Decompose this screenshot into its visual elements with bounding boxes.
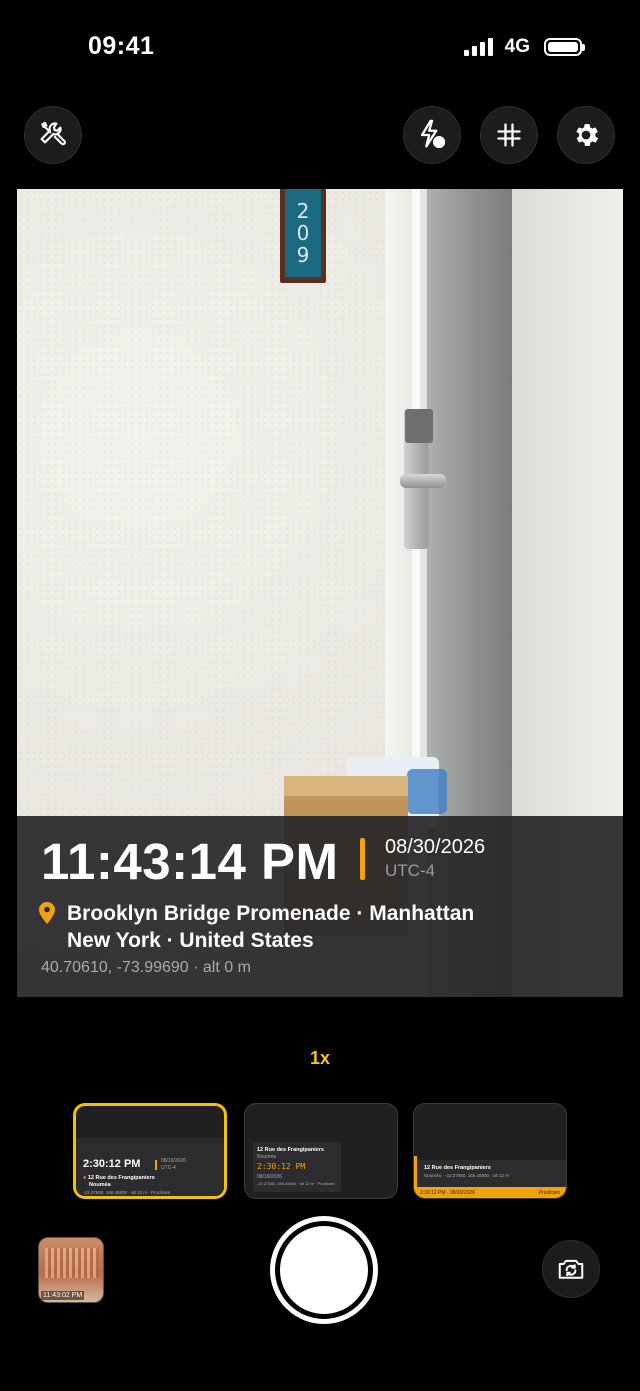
camera-viewfinder[interactable]: 2 0 9 11:43:14 PM 08/30/2026 UTC-4 Brook… [17, 189, 623, 997]
location-pin-icon [39, 902, 55, 924]
grid-button[interactable] [480, 106, 538, 164]
wrench-screwdriver-icon [40, 121, 66, 146]
last-photo-time: 11:43:02 PM [41, 1291, 85, 1300]
camera-flip-icon [558, 1259, 584, 1279]
signal-icon [463, 38, 493, 56]
network-label: 4G [504, 36, 530, 57]
flip-camera-button[interactable] [542, 1240, 600, 1298]
settings-button[interactable] [557, 106, 615, 164]
last-photo-thumbnail[interactable]: 11:43:02 PM [38, 1237, 104, 1303]
flash-auto-button[interactable]: A [403, 106, 461, 164]
room-number-plaque: 2 0 9 [280, 189, 326, 283]
template-card-mono[interactable]: 12 Rue des Frangipaniers Nouméa 2:30:12 … [244, 1103, 398, 1199]
zoom-level-button[interactable]: 1x [0, 1048, 640, 1069]
stamp-location: Brooklyn Bridge Promenade · Manhattan Ne… [67, 902, 475, 952]
status-indicators: 4G [463, 36, 585, 58]
svg-text:A: A [436, 138, 443, 148]
gear-icon [576, 124, 599, 146]
stamp-coordinates: 40.70610, -73.99690 · alt 0 m [41, 959, 251, 976]
stamp-date: 08/30/2026 [385, 836, 486, 858]
shutter-button[interactable] [270, 1216, 378, 1324]
grid-hash-icon [497, 123, 521, 147]
template-card-classic[interactable]: 2:30:12 PM 08/19/2026 UTC-4 ● 12 Rue des… [73, 1103, 227, 1199]
stamp-timezone: UTC-4 [385, 861, 436, 880]
stamp-time: 11:43:14 PM [41, 833, 339, 890]
flash-auto-icon: A [420, 119, 446, 149]
stamp-divider [360, 838, 365, 880]
battery-icon [544, 38, 585, 56]
timestamp-overlay: 11:43:14 PM 08/30/2026 UTC-4 Brooklyn Br… [17, 816, 623, 997]
tools-button[interactable] [24, 106, 82, 164]
status-time: 09:41 [88, 32, 155, 60]
template-card-banner[interactable]: 12 Rue des Frangipaniers Nouméa · -22.27… [413, 1103, 567, 1199]
